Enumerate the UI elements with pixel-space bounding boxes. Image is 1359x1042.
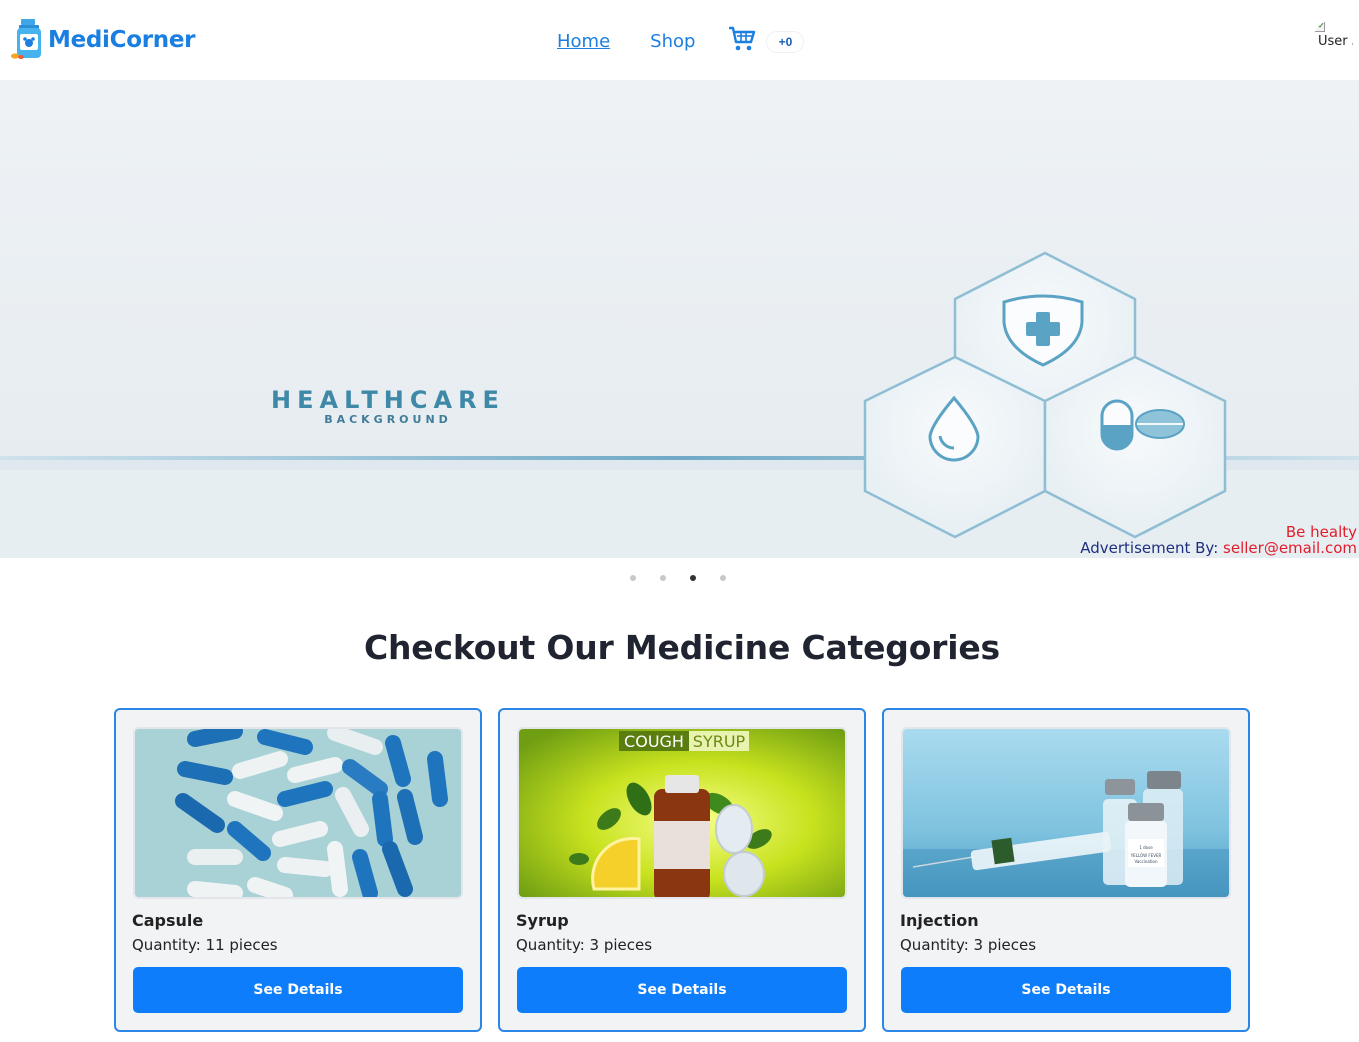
carousel-dots	[630, 575, 750, 581]
see-details-button-capsule[interactable]: See Details	[133, 967, 463, 1013]
user-avatar[interactable]: User Avatar	[1313, 20, 1353, 60]
advertiser-email[interactable]: seller@email.com	[1223, 539, 1357, 557]
carousel-dot-1[interactable]	[630, 575, 636, 581]
see-details-button-injection[interactable]: See Details	[901, 967, 1231, 1013]
category-cards: Capsule Quantity: 11 pieces See Details …	[114, 708, 1266, 1032]
brand-name: MediCorner	[48, 27, 196, 53]
syrup-syrup-text: SYRUP	[693, 732, 746, 751]
syrup-cough-text: COUGH	[624, 732, 684, 751]
category-quantity: Quantity: 3 pieces	[516, 936, 653, 954]
capsule-image	[133, 727, 463, 899]
broken-image-icon	[1313, 20, 1325, 32]
banner-tagline: Be healty	[1285, 523, 1357, 541]
carousel-dot-4[interactable]	[720, 575, 726, 581]
advertiser-label: Advertisement By:	[1080, 539, 1219, 557]
main-nav: Home Shop +0	[557, 26, 805, 57]
cart-icon	[728, 26, 756, 57]
healthcare-banner-art: HEALTHCARE BACKGROUND	[0, 251, 1359, 558]
injection-image: 1 dose YELLOW FEVER Vaccination	[901, 727, 1231, 899]
vial-label-type: Vaccination	[1134, 859, 1158, 864]
cart-button[interactable]: +0	[728, 26, 805, 57]
vial-label-name: YELLOW FEVER	[1130, 853, 1162, 858]
navbar: MediCorner Home Shop +0 User Avatar	[0, 0, 1359, 80]
avatar-alt-text: User Avatar	[1318, 34, 1353, 49]
category-quantity: Quantity: 3 pieces	[900, 936, 1037, 954]
hero-banner: HEALTHCARE BACKGROUND Be healty Advertis…	[0, 80, 1359, 558]
cart-count-badge: +0	[766, 30, 805, 53]
banner-headline: HEALTHCARE	[271, 386, 505, 414]
banner-caption: Be healty Advertisement By: seller@email…	[1080, 524, 1357, 556]
pill-bottle-icon	[10, 18, 46, 60]
category-name: Capsule	[132, 911, 204, 930]
vial-label-dose: 1 dose	[1139, 845, 1153, 850]
section-title: Checkout Our Medicine Categories	[364, 628, 1000, 667]
see-details-button-syrup[interactable]: See Details	[517, 967, 847, 1013]
nav-link-home[interactable]: Home	[557, 31, 610, 52]
category-card-injection: 1 dose YELLOW FEVER Vaccination Injectio…	[882, 708, 1250, 1032]
carousel-dot-3[interactable]	[690, 575, 696, 581]
category-card-syrup: COUGH SYRUP Syrup Quantity: 3 pieces See…	[498, 708, 866, 1032]
banner-subheadline: BACKGROUND	[324, 413, 452, 426]
nav-link-shop[interactable]: Shop	[650, 31, 695, 52]
syrup-image: COUGH SYRUP	[517, 727, 847, 899]
category-card-capsule: Capsule Quantity: 11 pieces See Details	[114, 708, 482, 1032]
category-name: Syrup	[516, 911, 569, 930]
category-name: Injection	[900, 911, 979, 930]
brand-logo[interactable]: MediCorner	[10, 18, 195, 60]
category-quantity: Quantity: 11 pieces	[132, 936, 278, 954]
carousel-dot-2[interactable]	[660, 575, 666, 581]
